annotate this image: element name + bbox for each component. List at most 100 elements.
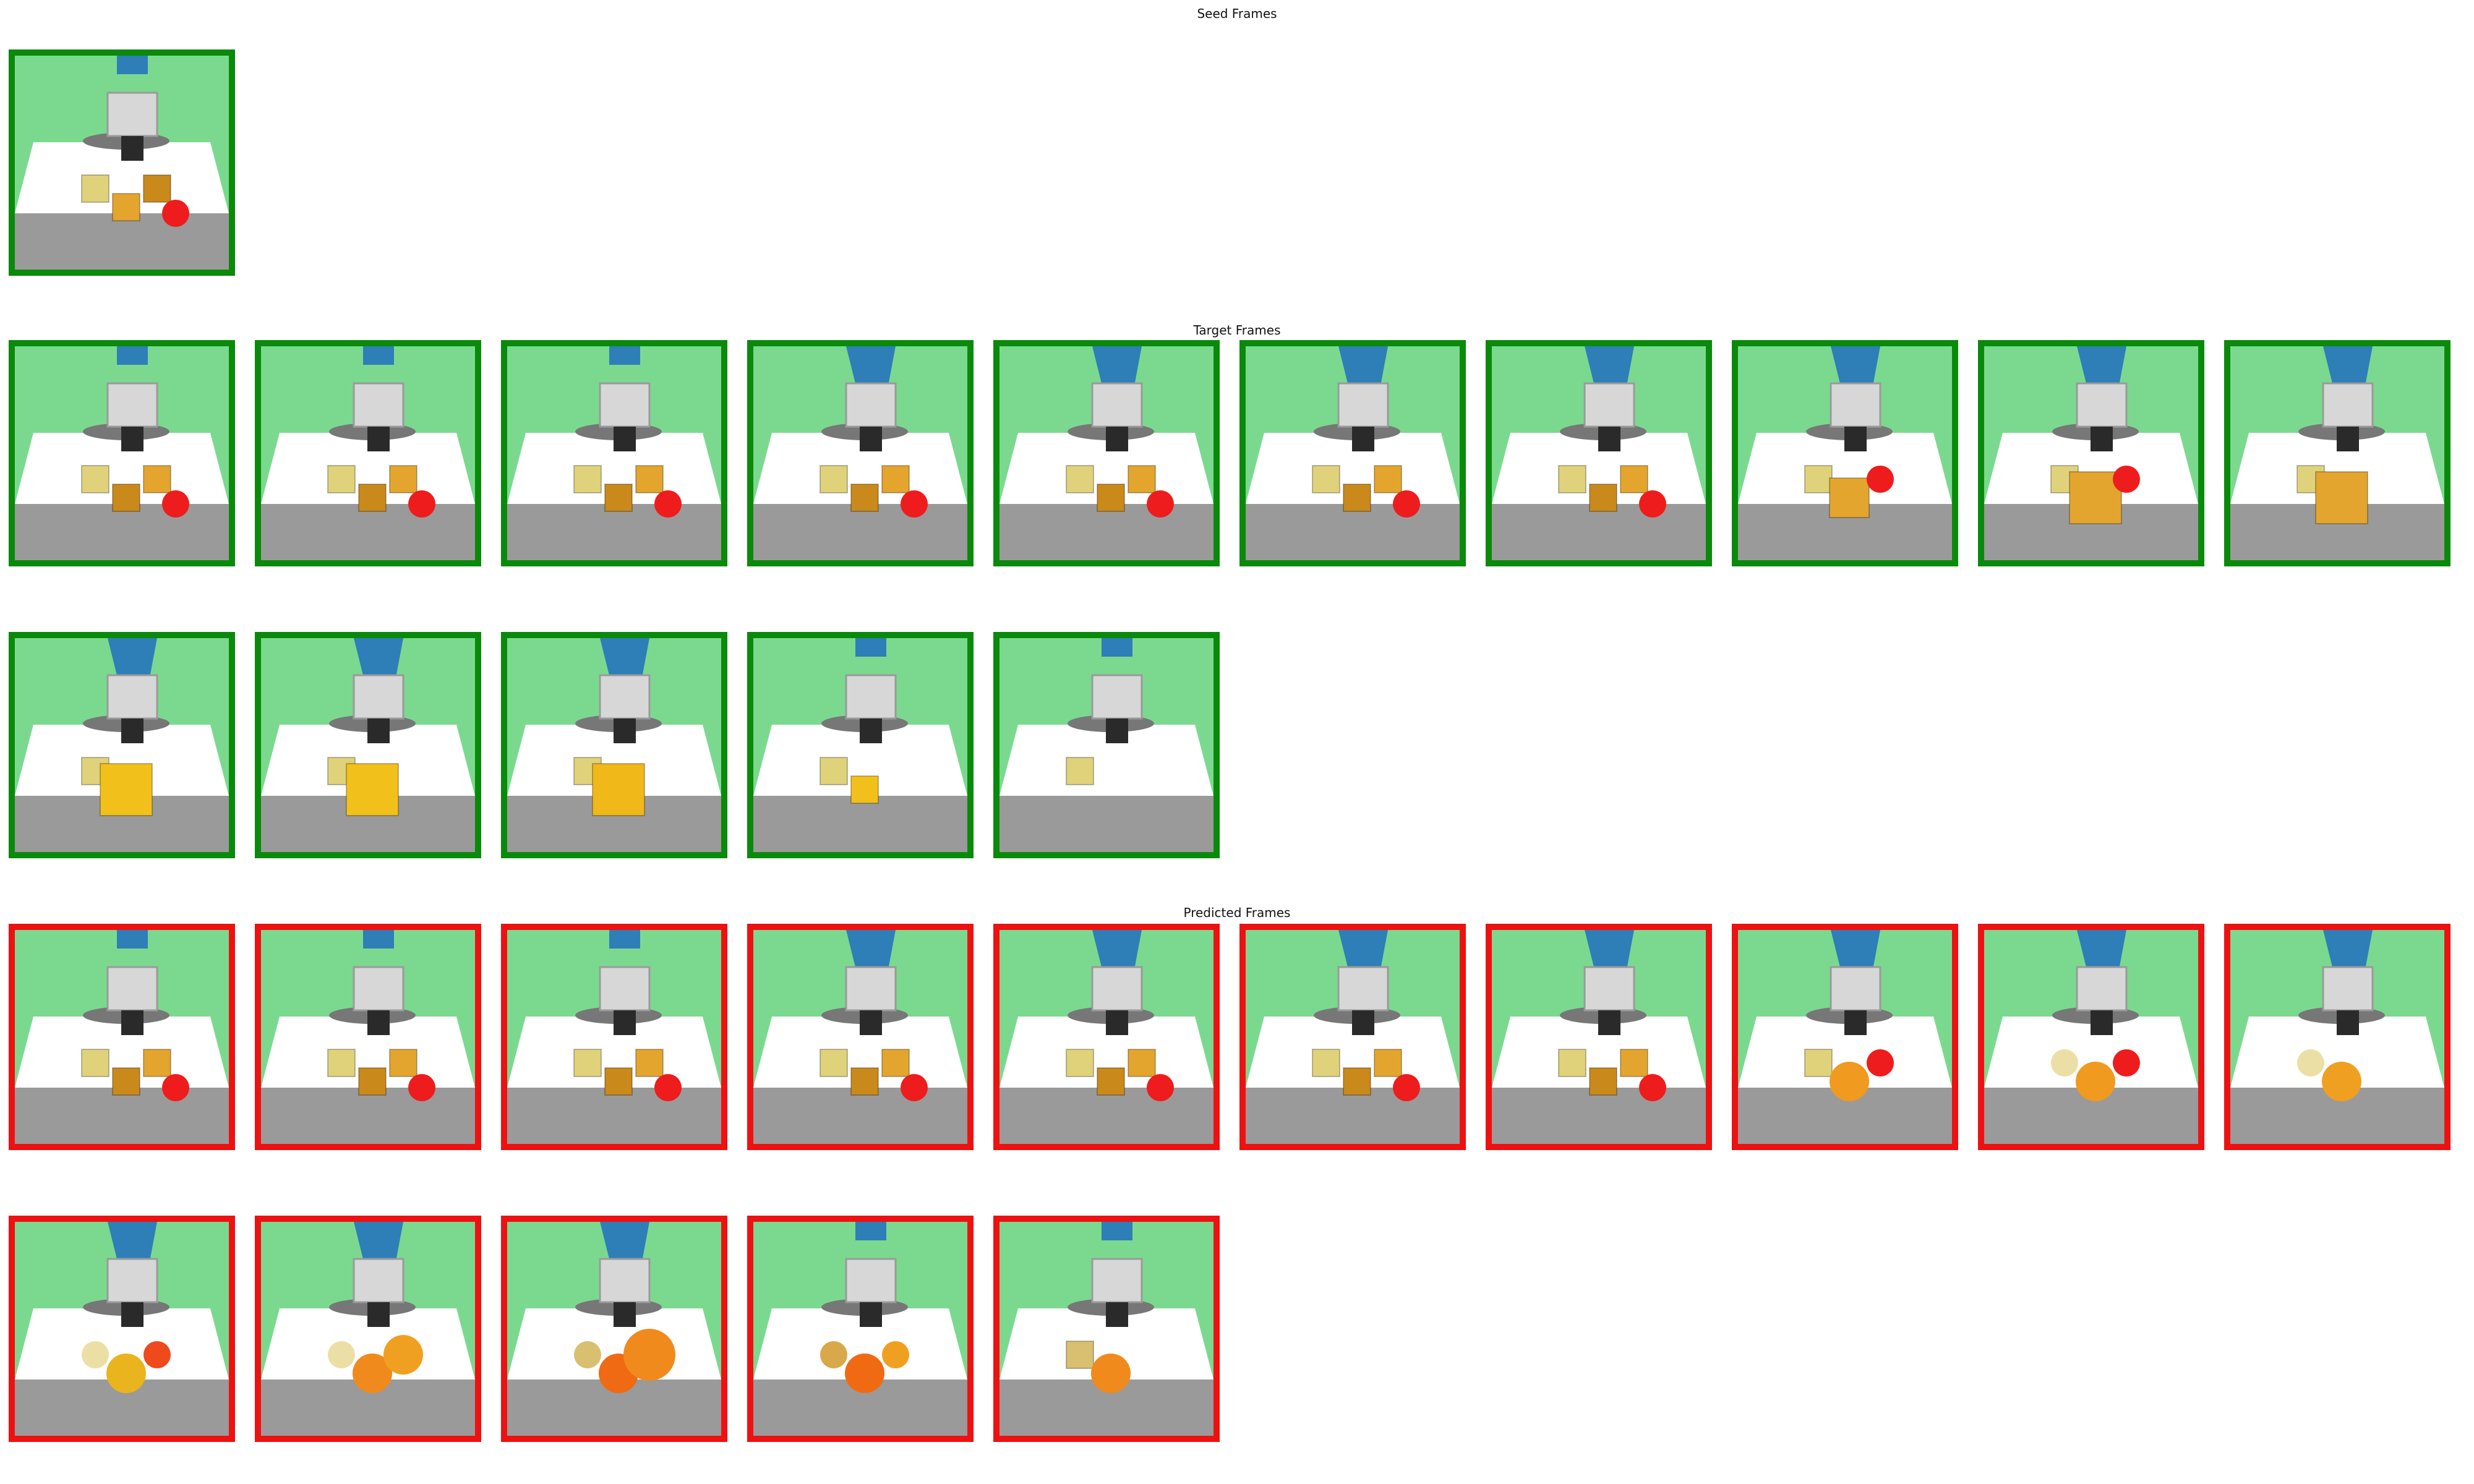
target-frame xyxy=(1978,340,2204,566)
ball-object xyxy=(1393,490,1420,518)
predicted-frame xyxy=(747,1216,974,1442)
frame-image xyxy=(507,930,721,1144)
frame-image xyxy=(261,638,475,852)
frame-image xyxy=(999,346,1213,560)
cube-object xyxy=(1128,465,1156,493)
floor xyxy=(753,1088,967,1144)
floor xyxy=(1492,504,1706,560)
cube-object xyxy=(143,174,171,203)
cube-object xyxy=(1343,484,1371,512)
frame-image xyxy=(261,930,475,1144)
cube-object xyxy=(1066,1049,1094,1077)
predicted-frame xyxy=(255,924,481,1150)
frame-image xyxy=(1738,346,1952,560)
cube-object xyxy=(1343,1067,1371,1096)
frame-image xyxy=(15,1222,229,1436)
target-frame xyxy=(1239,340,1466,566)
ball-object xyxy=(901,1074,928,1101)
ball-object xyxy=(2322,1062,2361,1101)
ball-object xyxy=(1393,1074,1420,1101)
ball-object xyxy=(654,1074,682,1101)
cube-object xyxy=(112,193,140,221)
ball-object xyxy=(1867,466,1894,493)
frame-image xyxy=(507,346,721,560)
frame-image xyxy=(15,346,229,560)
frame-image xyxy=(2230,346,2444,560)
predicted-frame xyxy=(993,1216,1220,1442)
frame-image xyxy=(999,930,1213,1144)
frame-image xyxy=(753,346,967,560)
cube-object xyxy=(850,775,879,804)
cube-object xyxy=(592,763,645,816)
cube-object xyxy=(881,465,910,493)
frame-image xyxy=(507,1222,721,1436)
frame-image xyxy=(1492,346,1706,560)
cube-object xyxy=(327,465,356,493)
floor xyxy=(15,213,229,270)
frame-image xyxy=(1246,930,1460,1144)
target-frame xyxy=(255,340,481,566)
cube-object xyxy=(358,1067,387,1096)
ball-object xyxy=(383,1335,423,1375)
frame-image xyxy=(15,930,229,1144)
cube-object xyxy=(820,465,848,493)
frame-image xyxy=(753,930,967,1144)
cube-object xyxy=(820,1049,848,1077)
frame-image xyxy=(1738,930,1952,1144)
predicted-frame xyxy=(2224,924,2450,1150)
predicted-frame xyxy=(993,924,1220,1150)
ball-object xyxy=(2297,1049,2324,1077)
cube-object xyxy=(1312,1049,1340,1077)
cube-object xyxy=(389,465,417,493)
ball-object xyxy=(82,1341,109,1368)
cube-object xyxy=(1066,465,1094,493)
ball-object xyxy=(162,200,189,227)
predicted-frame xyxy=(747,924,974,1150)
cube-object xyxy=(1374,1049,1402,1077)
cube-object xyxy=(81,174,109,203)
cube-object xyxy=(358,484,387,512)
cube-object xyxy=(112,484,140,512)
cube-object xyxy=(881,1049,910,1077)
ball-object xyxy=(1147,1074,1174,1101)
frame-image xyxy=(1984,346,2198,560)
floor xyxy=(261,504,475,560)
target-frame xyxy=(993,340,1220,566)
predicted-frame xyxy=(1978,924,2204,1150)
target-frame xyxy=(1732,340,1958,566)
target-frame xyxy=(2224,340,2450,566)
floor xyxy=(15,1088,229,1144)
ball-object xyxy=(143,1341,171,1368)
frame-image xyxy=(753,1222,967,1436)
predicted-frame xyxy=(9,924,235,1150)
ball-object xyxy=(2076,1062,2115,1101)
predicted-frame xyxy=(1486,924,1712,1150)
ball-object xyxy=(1091,1354,1131,1393)
frame-image xyxy=(1246,346,1460,560)
ball-object xyxy=(1867,1049,1894,1077)
cube-object xyxy=(1128,1049,1156,1077)
target-frame xyxy=(501,632,727,858)
cube-object xyxy=(604,1067,633,1096)
ball-object xyxy=(2113,1049,2140,1077)
frame-image xyxy=(1984,930,2198,1144)
cube-object xyxy=(1829,477,1870,518)
cube-object xyxy=(100,763,153,816)
floor xyxy=(15,504,229,560)
target-frame xyxy=(255,632,481,858)
predicted-frame xyxy=(501,924,727,1150)
cube-object xyxy=(112,1067,140,1096)
ball-object xyxy=(623,1329,675,1381)
frame-image xyxy=(2230,930,2444,1144)
ball-object xyxy=(574,1341,601,1368)
cube-object xyxy=(143,465,171,493)
ball-object xyxy=(2113,466,2140,493)
cube-object xyxy=(635,465,664,493)
frame-image xyxy=(15,638,229,852)
ball-object xyxy=(901,490,928,518)
floor xyxy=(999,504,1213,560)
cube-object xyxy=(327,1049,356,1077)
target-frame xyxy=(501,340,727,566)
cube-object xyxy=(850,484,879,512)
target-frame xyxy=(1486,340,1712,566)
